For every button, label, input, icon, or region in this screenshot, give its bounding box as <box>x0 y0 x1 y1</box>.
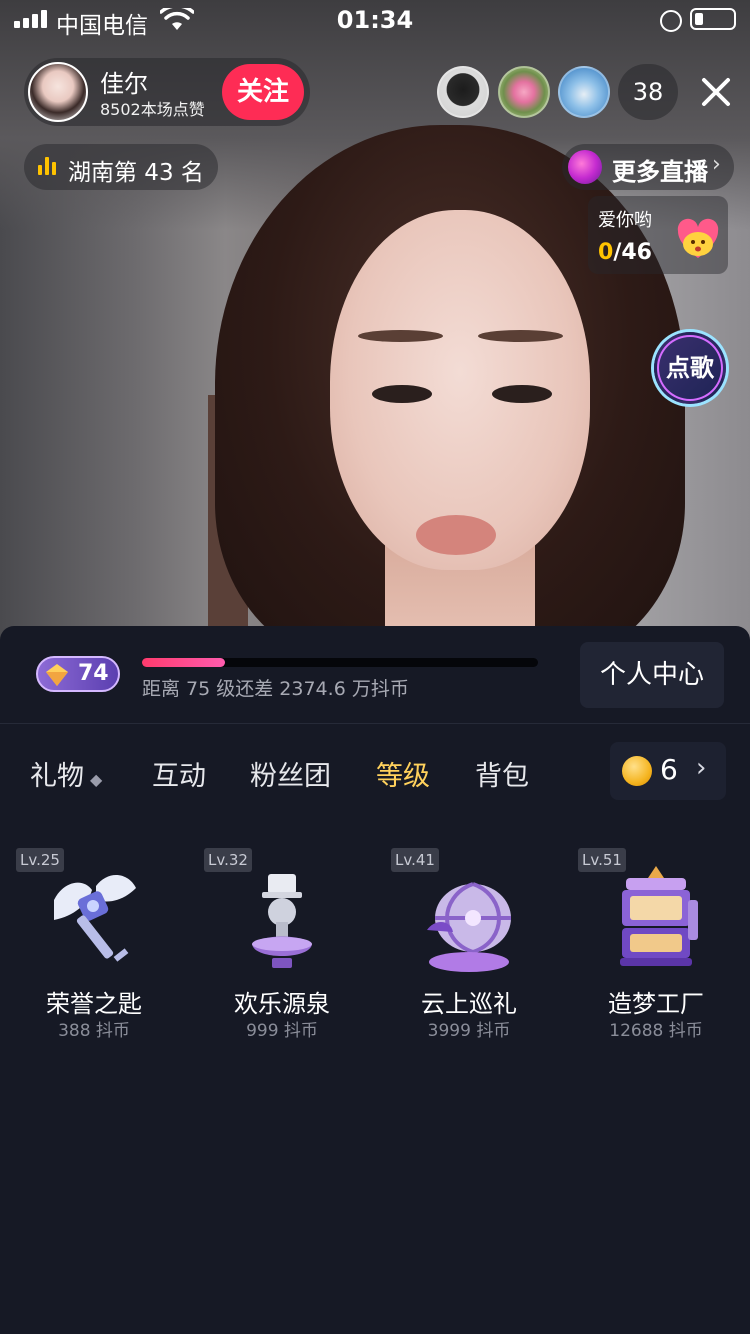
gift-item[interactable]: Lv.25 荣誉之匙 388 抖币 <box>0 844 188 1044</box>
level-progress-text: 距离 75 级还差 2374.6 万抖币 <box>142 678 409 700</box>
clock: 01:34 <box>336 6 414 34</box>
video-host-eye <box>492 385 552 403</box>
tab-label: 礼物 <box>30 761 84 792</box>
host-likes: 8502本场点赞 <box>100 100 205 119</box>
tab-gift[interactable]: 礼物 ◆ <box>30 754 102 793</box>
love-task-current: 0 <box>598 240 614 265</box>
host-info[interactable]: 佳尔 8502本场点赞 关注 <box>24 58 310 126</box>
level-bar: 74 距离 75 级还差 2374.6 万抖币 个人中心 <box>0 626 750 724</box>
level-number: 74 <box>78 661 109 686</box>
love-task-title: 爱你哟 <box>598 210 652 231</box>
gift-grid: Lv.25 荣誉之匙 388 抖币 Lv.32 欢乐源泉 999 抖币 Lv.4… <box>0 844 750 1044</box>
coin-icon <box>622 756 652 786</box>
love-task-progress: 0/46 <box>598 240 652 265</box>
video-host-lips <box>416 515 496 555</box>
follow-button[interactable]: 关注 <box>222 64 304 120</box>
sort-icon: ◆ <box>90 770 103 789</box>
rank-bars-icon <box>38 157 56 175</box>
level-progress-fill <box>142 658 226 667</box>
gift-price: 3999 抖币 <box>427 1021 511 1041</box>
level-badge: 74 <box>36 656 120 692</box>
level-progress-bar <box>142 658 538 667</box>
chevron-right-icon: › <box>712 152 721 177</box>
more-live-label: 更多直播 <box>612 158 708 186</box>
heart-face-icon <box>677 218 719 258</box>
gift-price: 388 抖币 <box>58 1021 130 1041</box>
tab-level[interactable]: 等级 <box>376 754 430 793</box>
gift-item[interactable]: Lv.51 造梦工厂 12688 抖币 <box>562 844 750 1044</box>
song-request-button[interactable]: 点歌 <box>654 332 726 404</box>
love-task-total: /46 <box>613 240 652 265</box>
video-host-brow <box>358 330 443 342</box>
tab-fan-club[interactable]: 粉丝团 <box>250 754 331 793</box>
rank-text: 湖南第 43 名 <box>68 160 204 186</box>
host-name: 佳尔 <box>100 70 148 98</box>
viewer-avatar[interactable] <box>437 66 489 118</box>
planet-icon <box>568 150 602 184</box>
gift-name: 造梦工厂 <box>608 990 704 1018</box>
diamond-icon <box>46 664 68 686</box>
personal-center-button[interactable]: 个人中心 <box>580 642 724 708</box>
gift-price: 999 抖币 <box>246 1021 318 1041</box>
gift-panel: 74 距离 75 级还差 2374.6 万抖币 个人中心 礼物 ◆ 互动 粉丝团 … <box>0 626 750 1334</box>
coin-balance-button[interactable]: 6 › <box>610 742 726 800</box>
chevron-right-icon: › <box>696 753 707 783</box>
gift-name: 荣誉之匙 <box>46 990 142 1018</box>
fountain-icon <box>252 874 312 968</box>
battery-icon <box>690 8 736 30</box>
viewer-avatar[interactable] <box>498 66 550 118</box>
gift-item[interactable]: Lv.41 云上巡礼 3999 抖币 <box>375 844 563 1044</box>
gift-price: 12688 抖币 <box>609 1021 703 1041</box>
rotation-lock-icon <box>660 10 682 32</box>
close-icon[interactable] <box>694 70 738 114</box>
status-bar: 中国电信 01:34 <box>0 0 750 40</box>
video-host-brow <box>478 330 563 342</box>
viewer-avatar[interactable] <box>558 66 610 118</box>
dream-factory-icon <box>620 866 698 966</box>
airship-icon <box>427 882 511 972</box>
gift-tabs: 礼物 ◆ 互动 粉丝团 等级 背包 6 › <box>0 736 750 806</box>
gift-item[interactable]: Lv.32 欢乐源泉 999 抖币 <box>188 844 376 1044</box>
region-rank[interactable]: 湖南第 43 名 <box>24 144 218 190</box>
host-avatar[interactable] <box>28 62 88 122</box>
video-host-eye <box>372 385 432 403</box>
more-live-button[interactable]: 更多直播 › <box>562 144 734 190</box>
love-task-card[interactable]: 爱你哟 0/46 <box>588 196 728 274</box>
tab-backpack[interactable]: 背包 <box>475 754 529 793</box>
winged-key-icon <box>54 874 136 962</box>
viewer-count[interactable]: 38 <box>618 64 678 120</box>
gift-name: 云上巡礼 <box>421 990 517 1018</box>
tab-interact[interactable]: 互动 <box>152 754 206 793</box>
coin-balance: 6 <box>660 753 678 786</box>
gift-name: 欢乐源泉 <box>234 990 330 1018</box>
